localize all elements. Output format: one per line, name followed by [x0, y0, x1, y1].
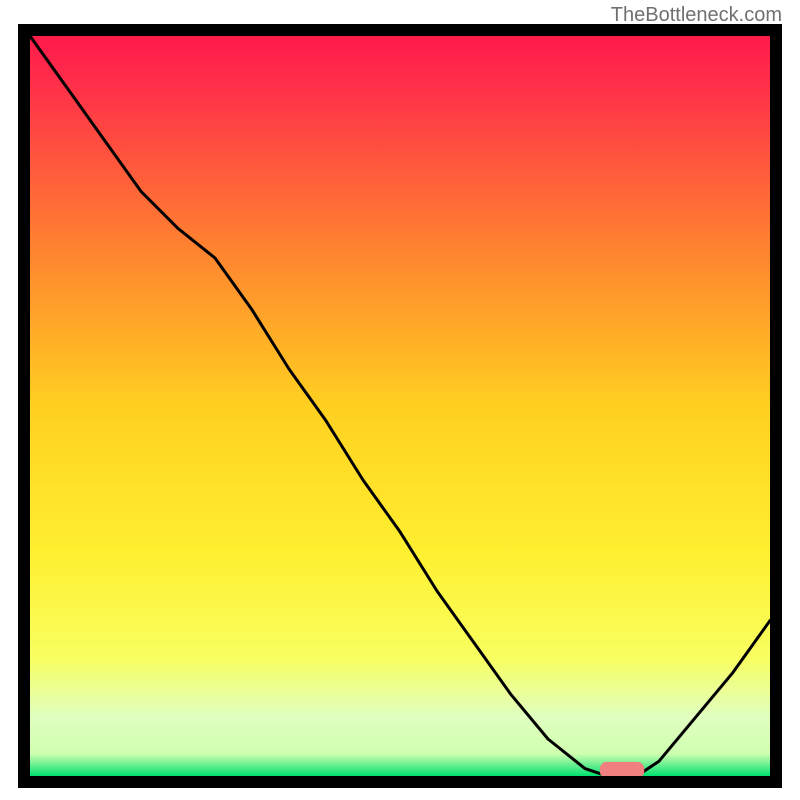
chart-plot [30, 36, 770, 776]
gradient-background [30, 36, 770, 776]
chart-frame [18, 24, 782, 788]
highlight-segment [600, 762, 644, 776]
watermark-text: TheBottleneck.com [611, 4, 782, 27]
